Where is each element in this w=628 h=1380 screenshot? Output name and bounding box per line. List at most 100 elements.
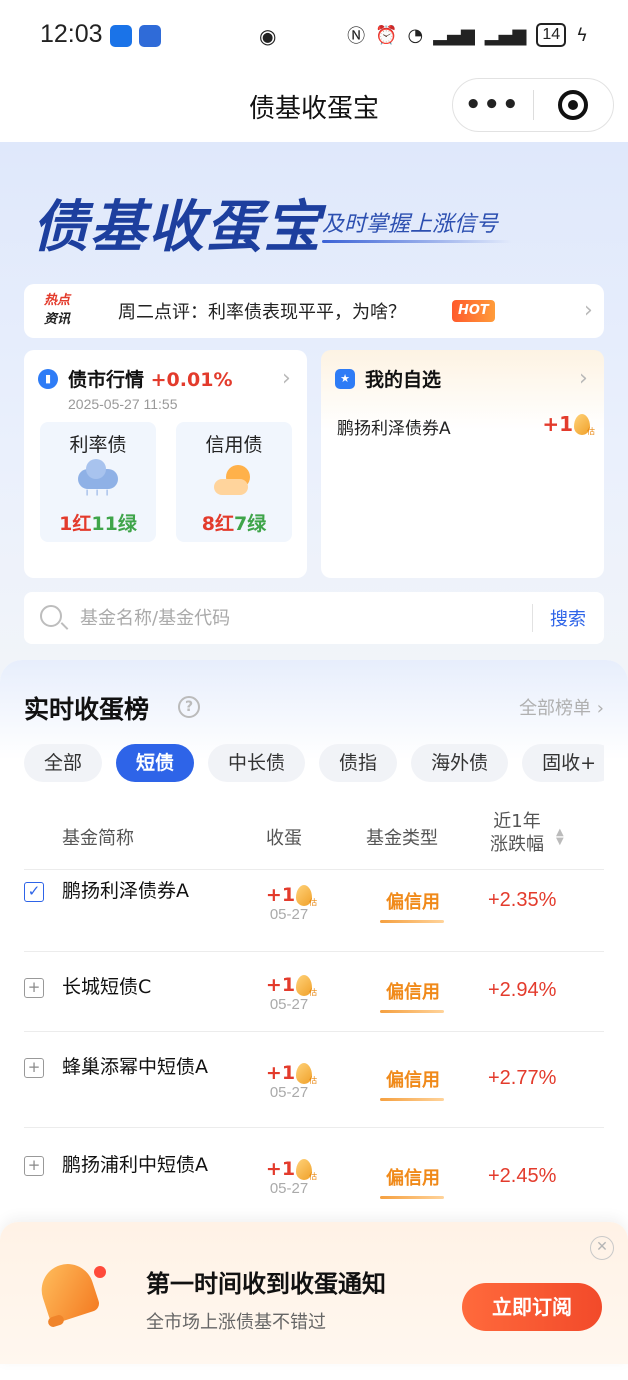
search-icon: [40, 605, 62, 627]
wifi-icon: ◔: [407, 24, 424, 46]
alarm-icon: ⏰: [375, 24, 398, 46]
credit-bond-label: 信用债: [205, 434, 263, 456]
egg-icon: 估: [296, 1062, 317, 1085]
add-icon[interactable]: +: [24, 1156, 44, 1176]
search-bar: 搜索: [24, 592, 604, 644]
one-year-change: +2.45%: [488, 1165, 557, 1187]
egg-count: +1: [265, 1158, 296, 1180]
watchlist-fund-name[interactable]: 鹏扬利泽债券A: [337, 414, 451, 439]
egg-cell: +1 估 05-27: [264, 1158, 317, 1197]
fund-name[interactable]: 鹏扬利泽债券A: [62, 878, 212, 904]
egg-cell: +1 估 05-27: [264, 974, 317, 1013]
fund-table: ✓ 鹏扬利泽债券A +1 估 05-27 偏信用 +2.35% + 长城短债C +…: [24, 872, 604, 1224]
search-input[interactable]: [80, 602, 540, 634]
rate-bond-red: 1红: [59, 513, 92, 535]
watchlist-card[interactable]: ★ 我的自选 › 鹏扬利泽债券A +1 估: [321, 350, 604, 578]
credit-bond-red: 8红: [201, 513, 234, 535]
fund-type-underline: [380, 920, 444, 923]
rate-bond-label: 利率债: [69, 434, 127, 456]
help-icon[interactable]: ?: [178, 696, 200, 718]
header-1y-change[interactable]: 近1年 涨跌幅: [490, 810, 544, 856]
news-tag-line1: 热点: [43, 293, 70, 308]
battery-icon: 14: [536, 23, 567, 47]
fund-name[interactable]: 鹏扬浦利中短债A: [62, 1152, 212, 1178]
nfc-icon: Ⓝ: [347, 26, 366, 47]
egg-estimate-tag: 估: [309, 1075, 318, 1085]
fund-type: 偏信用: [386, 892, 440, 913]
watchlist-eggs: +1 估: [542, 412, 595, 436]
bond-market-card[interactable]: ▮ 债市行情 +0.01% › 2025-05-27 11:55 利率债 ╵╵╵…: [24, 350, 307, 578]
all-rankings-link[interactable]: 全部榜单 ›: [519, 694, 604, 720]
fund-type-underline: [380, 1098, 444, 1101]
table-row[interactable]: + 鹏扬浦利中短债A +1 估 05-27 偏信用 +2.45%: [24, 1128, 604, 1224]
subscribe-description: 全市场上涨债基不错过: [146, 1312, 326, 1333]
market-change: +0.01%: [150, 369, 233, 391]
egg-count: +1: [265, 884, 296, 906]
add-icon[interactable]: +: [24, 978, 44, 998]
tab-short-bond[interactable]: 短债: [116, 744, 195, 782]
rate-bond-green: 11绿: [91, 513, 137, 535]
fund-type: 偏信用: [386, 1168, 440, 1189]
add-icon[interactable]: +: [24, 1058, 44, 1078]
fund-type: 偏信用: [386, 1070, 440, 1091]
watchlist-egg-count: +1: [542, 412, 573, 436]
table-header: 基金简称 收蛋 基金类型 近1年 涨跌幅 ▲ ▼: [24, 806, 604, 870]
checkbox-checked-icon[interactable]: ✓: [24, 882, 44, 902]
bell-icon: [34, 1257, 106, 1329]
header-fund-type: 基金类型: [366, 828, 438, 849]
table-row[interactable]: + 蜂巢添幂中短债A +1 估 05-27 偏信用 +2.77%: [24, 1032, 604, 1128]
header-1y-line1: 近1年: [493, 811, 541, 832]
news-banner[interactable]: 热点 资讯 周二点评：利率债表现平平，为啥？ HOT ›: [24, 284, 604, 338]
egg-cell: +1 估 05-27: [264, 884, 317, 923]
more-icon[interactable]: •••: [453, 90, 533, 120]
sort-icon[interactable]: ▲ ▼: [556, 828, 564, 847]
search-button[interactable]: 搜索: [550, 605, 586, 631]
tab-bond-index[interactable]: 债指: [319, 744, 398, 782]
one-year-change: +2.35%: [488, 889, 557, 911]
fund-name[interactable]: 蜂巢添幂中短债A: [62, 1054, 212, 1080]
hot-badge: HOT: [452, 300, 495, 322]
fund-type: 偏信用: [386, 982, 440, 1003]
tab-all[interactable]: 全部: [24, 744, 103, 782]
table-row[interactable]: + 长城短债C +1 估 05-27 偏信用 +2.94%: [24, 952, 604, 1032]
sun-cloud-icon: [212, 463, 256, 503]
egg-icon: 估: [296, 974, 317, 997]
tab-overseas-bond[interactable]: 海外债: [411, 744, 509, 782]
all-rankings-label: 全部榜单: [519, 698, 592, 719]
egg-cell: +1 估 05-27: [264, 1062, 317, 1101]
mini-program-capsule: •••: [452, 78, 614, 132]
header-eggs: 收蛋: [266, 828, 302, 849]
bookmark-icon: ★: [335, 369, 355, 389]
close-mini-program-button[interactable]: [534, 90, 614, 120]
hot-news-tag: 热点 资讯: [40, 291, 74, 329]
egg-icon: 估: [296, 884, 317, 907]
subscribe-title: 第一时间收到收蛋通知: [146, 1270, 386, 1298]
table-row[interactable]: ✓ 鹏扬利泽债券A +1 估 05-27 偏信用 +2.35%: [24, 872, 604, 952]
category-tabs: 全部 短债 中长债 债指 海外债 固收+: [24, 744, 604, 786]
egg-estimate-tag: 估: [309, 897, 318, 907]
target-icon: [558, 90, 589, 120]
tab-mid-long-bond[interactable]: 中长债: [208, 744, 306, 782]
news-tag-line2: 资讯: [43, 312, 70, 327]
fund-name[interactable]: 长城短债C: [62, 974, 212, 1000]
tab-fixed-income-plus[interactable]: 固收+: [522, 744, 604, 782]
egg-date: 05-27: [269, 996, 309, 1013]
egg-icon: 估: [296, 1158, 317, 1181]
egg-estimate-tag: 估: [587, 426, 595, 436]
egg-date: 05-27: [269, 1084, 309, 1101]
rate-bond-card[interactable]: 利率债 ╵╵╵ 1红11绿: [40, 422, 156, 542]
close-icon[interactable]: ✕: [590, 1236, 614, 1260]
charging-icon: ϟ: [576, 24, 588, 46]
eye-icon: ◉: [259, 24, 277, 48]
credit-bond-card[interactable]: 信用债 8红7绿: [176, 422, 292, 542]
watchlist-title: 我的自选: [365, 369, 442, 391]
fund-type-underline: [380, 1196, 444, 1199]
signal-icon: ▂▄▆: [433, 24, 475, 46]
market-title-text: 债市行情: [68, 369, 145, 391]
egg-estimate-tag: 估: [309, 987, 318, 997]
market-title: 债市行情 +0.01%: [68, 365, 232, 392]
search-divider: [532, 604, 533, 632]
subscribe-button[interactable]: 立即订阅: [462, 1283, 602, 1331]
brand-logo: 债基收蛋宝: [32, 195, 322, 260]
nav-bar: 债基收蛋宝 •••: [0, 72, 628, 142]
